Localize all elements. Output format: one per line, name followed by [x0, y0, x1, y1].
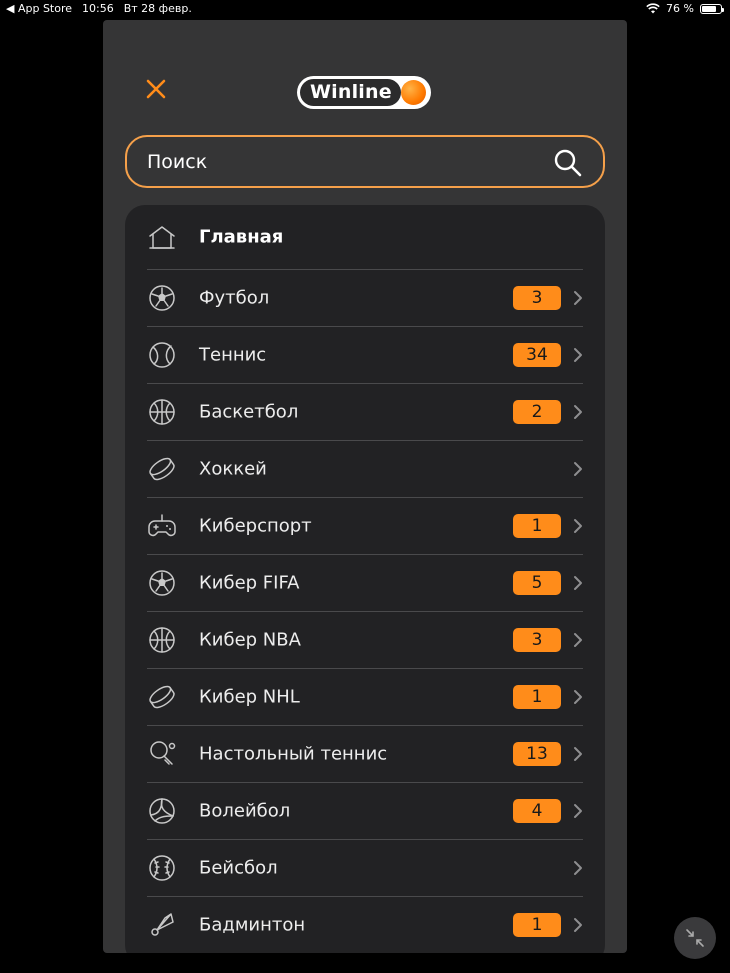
menu-item[interactable]: Баскетбол 2: [147, 384, 583, 441]
chevron-right-icon: [573, 632, 583, 648]
shuttlecock-icon: [147, 910, 177, 940]
event-count-badge: 4: [513, 799, 561, 823]
hockey-puck-icon: [147, 682, 177, 712]
sports-menu-panel: Winline ГлавнаяФутбол3Теннис34Баскетбол2…: [103, 20, 627, 953]
menu-item-label: Настольный теннис: [199, 743, 388, 765]
tennis-ball-icon: [147, 340, 177, 370]
status-bar: ◀ App Store 10:56 Вт 28 февр. 76 %: [0, 0, 730, 18]
menu-item-label: Главная: [199, 226, 284, 248]
menu-item-label: Хоккей: [199, 458, 267, 480]
menu-item[interactable]: Настольный теннис 13: [147, 726, 583, 783]
menu-item[interactable]: Кибер NBA 3: [147, 612, 583, 669]
chevron-right-icon: [573, 404, 583, 420]
menu-item[interactable]: Бадминтон 1: [147, 897, 583, 953]
soccer-ball-icon: [147, 568, 177, 598]
sport-list: Главная Футбол 3 Теннис 34 Баскетбол 2 Хоккей Ки…: [125, 205, 605, 953]
chevron-right-icon: [573, 803, 583, 819]
menu-item-label: Киберспорт: [199, 515, 312, 537]
menu-item[interactable]: Волейбол 4: [147, 783, 583, 840]
menu-item-label: Бадминтон: [199, 914, 306, 936]
event-count-badge: 1: [513, 685, 561, 709]
battery-percent: 76 %: [666, 2, 694, 15]
wifi-icon: [646, 3, 660, 14]
baseball-icon: [147, 853, 177, 883]
event-count-badge: 13: [513, 742, 561, 766]
event-count-badge: 3: [513, 628, 561, 652]
status-bar-left: ◀ App Store 10:56 Вт 28 февр.: [6, 2, 192, 15]
close-icon: [146, 79, 166, 99]
chevron-right-icon: [573, 860, 583, 876]
search-input[interactable]: [147, 137, 527, 186]
event-count-badge: 34: [513, 343, 561, 367]
status-date: Вт 28 февр.: [123, 2, 192, 15]
basketball-icon: [147, 625, 177, 655]
menu-item-label: Теннис: [199, 344, 267, 366]
event-count-badge: 2: [513, 400, 561, 424]
menu-item-label: Бейсбол: [199, 857, 278, 879]
chevron-right-icon: [573, 689, 583, 705]
menu-item[interactable]: Кибер FIFA 5: [147, 555, 583, 612]
menu-item-label: Кибер FIFA: [199, 572, 300, 594]
gamepad-icon: [147, 511, 177, 541]
menu-item[interactable]: Хоккей: [147, 441, 583, 498]
chevron-right-icon: [573, 290, 583, 306]
menu-item-label: Футбол: [199, 287, 270, 309]
search-icon[interactable]: [553, 148, 583, 178]
menu-item[interactable]: Бейсбол: [147, 840, 583, 897]
table-tennis-icon: [147, 739, 177, 769]
chevron-right-icon: [573, 461, 583, 477]
event-count-badge: 3: [513, 286, 561, 310]
event-count-badge: 5: [513, 571, 561, 595]
logo-text: Winline: [310, 81, 392, 103]
hockey-puck-icon: [147, 454, 177, 484]
chevron-right-icon: [573, 746, 583, 762]
chevron-right-icon: [573, 917, 583, 933]
menu-item[interactable]: Главная: [147, 205, 583, 270]
logo-ball-icon: [401, 80, 426, 105]
menu-item-label: Баскетбол: [199, 401, 299, 423]
status-bar-right: 76 %: [646, 2, 724, 15]
battery-icon: [700, 3, 724, 14]
event-count-badge: 1: [513, 913, 561, 937]
winline-logo: Winline: [297, 76, 431, 109]
menu-item-label: Волейбол: [199, 800, 291, 822]
close-button[interactable]: [143, 76, 169, 102]
collapse-arrows-icon: [686, 929, 704, 947]
home-icon: [147, 222, 177, 252]
menu-item-label: Кибер NHL: [199, 686, 300, 708]
battery-level: [702, 5, 716, 12]
chevron-right-icon: [573, 518, 583, 534]
menu-item-label: Кибер NBA: [199, 629, 301, 651]
soccer-ball-icon: [147, 283, 177, 313]
back-to-app-store[interactable]: ◀ App Store: [6, 2, 72, 15]
basketball-icon: [147, 397, 177, 427]
search-box[interactable]: [125, 135, 605, 188]
status-time: 10:56: [82, 2, 114, 15]
menu-item[interactable]: Футбол 3: [147, 270, 583, 327]
menu-item[interactable]: Киберспорт 1: [147, 498, 583, 555]
volleyball-icon: [147, 796, 177, 826]
event-count-badge: 1: [513, 514, 561, 538]
minimize-button[interactable]: [674, 917, 716, 959]
chevron-right-icon: [573, 575, 583, 591]
menu-item[interactable]: Кибер NHL 1: [147, 669, 583, 726]
menu-item[interactable]: Теннис 34: [147, 327, 583, 384]
chevron-right-icon: [573, 347, 583, 363]
